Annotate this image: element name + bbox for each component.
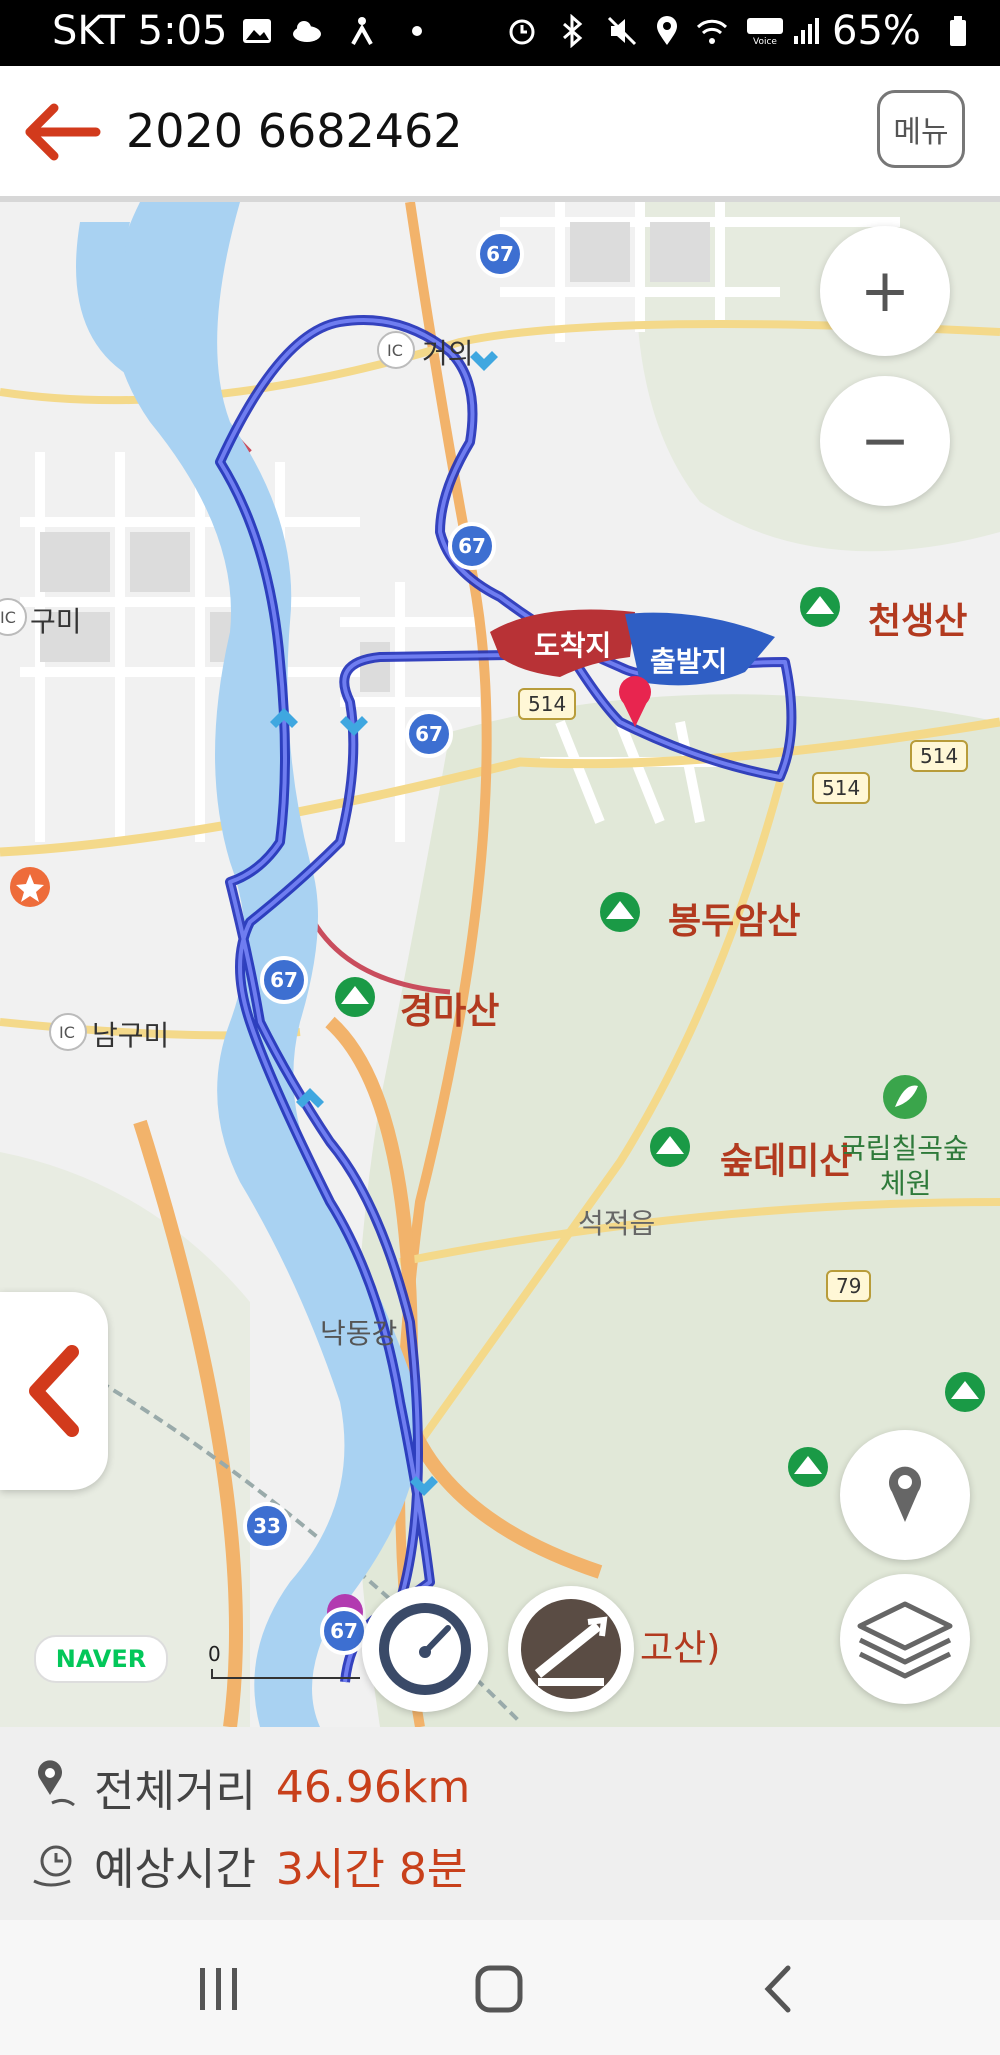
place-namgumi: 남구미 — [92, 1019, 170, 1052]
place-nakdonggang: 낙동강 — [320, 1317, 398, 1350]
place-gumi: 구미 — [30, 605, 82, 638]
place-seokjeok: 석적읍 — [578, 1207, 656, 1240]
place-cheonsaengsan[interactable]: 천생산 — [868, 592, 967, 644]
system-nav-bar — [0, 1920, 1000, 2055]
road-514-shield: 514 — [812, 772, 871, 804]
location-pin-icon — [889, 1466, 921, 1522]
signal-icon — [794, 18, 819, 44]
home-icon[interactable] — [474, 1964, 524, 2014]
scale-zero: 0 — [208, 1642, 221, 1666]
menu-button[interactable]: 메뉴 — [877, 90, 965, 168]
road-514-shield: 514 — [518, 688, 577, 720]
time-value: 3시간 8분 — [275, 1844, 468, 1895]
back-arrow-icon[interactable] — [22, 102, 102, 162]
departure-flag-label[interactable]: 출발지 — [650, 640, 727, 680]
svg-text:IC: IC — [0, 608, 16, 627]
app-header: 2020 6682462 메뉴 — [0, 66, 1000, 202]
layers-button[interactable] — [840, 1574, 970, 1704]
zoom-out-button[interactable]: − — [820, 376, 950, 506]
cloud-icon — [293, 21, 321, 42]
back-icon[interactable] — [760, 1964, 796, 2014]
road-33-shield: 33 — [243, 1502, 291, 1550]
wifi-icon — [696, 19, 728, 44]
distance-label: 전체거리 — [94, 1766, 256, 1817]
dot-icon — [412, 26, 422, 36]
svg-text:IC: IC — [59, 1023, 75, 1042]
place-bongduamsan[interactable]: 봉두암산 — [668, 892, 800, 944]
battery-percent: 65% — [832, 8, 921, 54]
recent-apps-icon[interactable] — [196, 1966, 242, 2012]
layers-icon — [857, 1601, 953, 1679]
place-supdemisan[interactable]: 숲데미산 — [720, 1132, 852, 1184]
status-time: SKT 5:05 — [52, 8, 228, 54]
route-map[interactable]: IC IC IC 천생산 봉두암산 경마산 숲데미산 국립칠곡숲 체원 석적읍 … — [0, 202, 1000, 1727]
distance-value: 46.96km — [275, 1761, 471, 1813]
speedometer-icon — [379, 1603, 471, 1695]
time-row: 예상시간 3시간 8분 — [30, 1830, 467, 1900]
mute-icon — [607, 16, 637, 46]
accessibility-icon — [351, 17, 373, 45]
zoom-in-button[interactable]: + — [820, 226, 950, 356]
route-summary: 전체거리 46.96km 예상시간 3시간 8분 — [0, 1727, 1000, 1920]
arrival-flag-label[interactable]: 도착지 — [534, 624, 611, 664]
elevation-button[interactable] — [508, 1586, 634, 1712]
elevation-icon — [521, 1599, 621, 1699]
clock-icon — [33, 1845, 72, 1887]
route-title: 2020 6682462 — [126, 104, 463, 158]
svg-text:IC: IC — [387, 341, 403, 360]
minus-icon: − — [859, 406, 911, 476]
hd-voice-icon: Voice — [747, 18, 783, 47]
road-514-shield: 514 — [910, 740, 969, 772]
place-gosan: 고산) — [640, 1628, 721, 1669]
image-icon — [243, 19, 271, 43]
place-geoui: 거의 — [422, 337, 474, 370]
speedometer-button[interactable] — [362, 1586, 488, 1712]
location-icon — [657, 16, 677, 45]
road-67-shield: 67 — [320, 1607, 368, 1655]
bluetooth-icon — [563, 14, 583, 48]
side-panel-toggle[interactable] — [0, 1292, 108, 1490]
road-67-shield: 67 — [448, 522, 496, 570]
my-location-button[interactable] — [840, 1430, 970, 1560]
battery-icon — [950, 16, 966, 46]
road-67-shield: 67 — [405, 710, 453, 758]
place-forest-line1[interactable]: 국립칠곡숲 — [840, 1127, 969, 1167]
chevron-left-icon — [29, 1345, 79, 1437]
time-label: 예상시간 — [94, 1844, 256, 1895]
road-67-shield: 67 — [260, 956, 308, 1004]
distance-pin-icon — [38, 1760, 75, 1807]
distance-row: 전체거리 46.96km — [30, 1752, 470, 1822]
svg-text:Voice: Voice — [753, 37, 777, 47]
plus-icon: + — [859, 256, 911, 326]
place-forest-line2: 체원 — [880, 1167, 932, 1200]
alarm-icon — [509, 19, 535, 45]
road-67-shield: 67 — [476, 230, 524, 278]
status-bar: SKT 5:05 Voice 65% — [0, 0, 1000, 66]
naver-logo: NAVER — [34, 1635, 168, 1683]
road-79-shield: 79 — [826, 1270, 872, 1302]
place-gyeongmasan[interactable]: 경마산 — [400, 982, 499, 1034]
